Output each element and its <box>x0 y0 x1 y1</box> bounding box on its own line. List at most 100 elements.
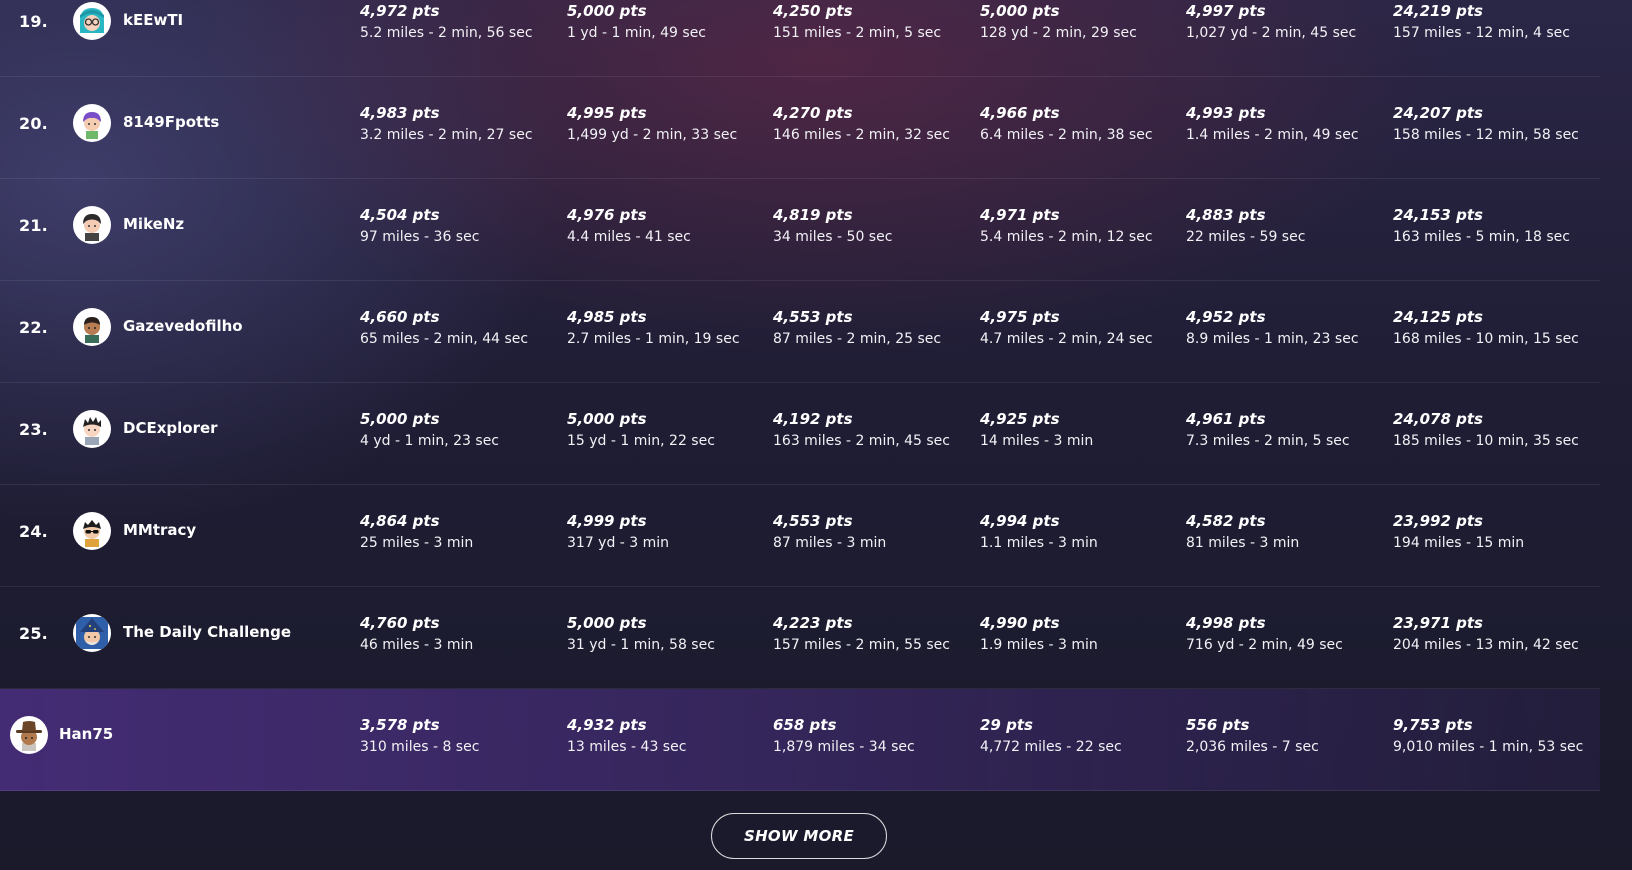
round-detail: 4 yd - 1 min, 23 sec <box>360 433 500 449</box>
round-5-score: 556 pts 2,036 miles - 7 sec <box>1186 714 1386 758</box>
round-detail: 22 miles - 59 sec <box>1186 229 1306 245</box>
total-detail: 185 miles - 10 min, 35 sec <box>1393 433 1579 449</box>
round-points: 4,660 pts <box>360 308 440 326</box>
total-detail: 163 miles - 5 min, 18 sec <box>1393 229 1570 245</box>
round-points: 4,760 pts <box>360 614 440 632</box>
rank: 22. <box>19 318 48 337</box>
leaderboard-row[interactable]: 20. 8149Fpotts 4,983 pts 3.2 miles - 2 mi… <box>0 77 1600 179</box>
round-4-score: 4,990 pts 1.9 miles - 3 min <box>980 612 1180 656</box>
total-score: 23,971 pts 204 miles - 13 min, 42 sec <box>1393 612 1593 656</box>
round-points: 4,976 pts <box>567 206 647 224</box>
round-5-score: 4,952 pts 8.9 miles - 1 min, 23 sec <box>1186 306 1386 350</box>
leaderboard-row[interactable]: 23. DCExplorer 5,000 pts 4 yd - 1 min, 23… <box>0 383 1600 485</box>
tan-skin-avatar-icon <box>73 308 111 346</box>
round-2-score: 5,000 pts 31 yd - 1 min, 58 sec <box>567 612 767 656</box>
total-points: 24,125 pts <box>1393 308 1483 326</box>
round-4-score: 5,000 pts 128 yd - 2 min, 29 sec <box>980 0 1180 44</box>
player-name[interactable]: MMtracy <box>123 521 196 539</box>
round-points: 4,993 pts <box>1186 104 1266 122</box>
round-2-score: 4,976 pts 4.4 miles - 41 sec <box>567 204 767 248</box>
player-name[interactable]: Gazevedofilho <box>123 317 243 335</box>
round-detail: 7.3 miles - 2 min, 5 sec <box>1186 433 1350 449</box>
round-detail: 1.4 miles - 2 min, 49 sec <box>1186 127 1359 143</box>
round-detail: 3.2 miles - 2 min, 27 sec <box>360 127 533 143</box>
wizard-hat-avatar-icon <box>73 614 111 652</box>
leaderboard-row[interactable]: 21. MikeNz 4,504 pts 97 miles - 36 sec 4,… <box>0 179 1600 281</box>
leaderboard-row[interactable]: 24. MMtracy 4,864 pts 25 miles - 3 min 4,… <box>0 485 1600 587</box>
rank: 19. <box>19 12 48 31</box>
leaderboard: 19. kEEwTI 4,972 pts 5.2 miles - 2 min, 5… <box>0 0 1600 791</box>
round-points: 4,883 pts <box>1186 206 1266 224</box>
round-points: 4,250 pts <box>773 2 853 20</box>
round-detail: 163 miles - 2 min, 45 sec <box>773 433 950 449</box>
round-4-score: 4,971 pts 5.4 miles - 2 min, 12 sec <box>980 204 1180 248</box>
round-3-score: 4,250 pts 151 miles - 2 min, 5 sec <box>773 0 973 44</box>
round-1-score: 4,504 pts 97 miles - 36 sec <box>360 204 560 248</box>
round-points: 5,000 pts <box>567 2 647 20</box>
round-detail: 34 miles - 50 sec <box>773 229 893 245</box>
player-name[interactable]: 8149Fpotts <box>123 113 219 131</box>
round-points: 556 pts <box>1186 716 1250 734</box>
round-1-score: 4,660 pts 65 miles - 2 min, 44 sec <box>360 306 560 350</box>
round-detail: 1,027 yd - 2 min, 45 sec <box>1186 25 1357 41</box>
round-detail: 97 miles - 36 sec <box>360 229 480 245</box>
round-points: 4,819 pts <box>773 206 853 224</box>
round-1-score: 4,972 pts 5.2 miles - 2 min, 56 sec <box>360 0 560 44</box>
cowboy-hat-avatar-icon <box>10 716 48 754</box>
round-points: 4,971 pts <box>980 206 1060 224</box>
leaderboard-row[interactable]: 19. kEEwTI 4,972 pts 5.2 miles - 2 min, 5… <box>0 0 1600 77</box>
round-points: 4,932 pts <box>567 716 647 734</box>
round-3-score: 4,223 pts 157 miles - 2 min, 55 sec <box>773 612 973 656</box>
round-points: 658 pts <box>773 716 837 734</box>
total-score: 24,125 pts 168 miles - 10 min, 15 sec <box>1393 306 1593 350</box>
round-detail: 146 miles - 2 min, 32 sec <box>773 127 950 143</box>
round-1-score: 4,760 pts 46 miles - 3 min <box>360 612 560 656</box>
round-detail: 4.4 miles - 41 sec <box>567 229 691 245</box>
round-3-score: 4,553 pts 87 miles - 3 min <box>773 510 973 554</box>
leaderboard-row[interactable]: 22. Gazevedofilho 4,660 pts 65 miles - 2 … <box>0 281 1600 383</box>
round-3-score: 658 pts 1,879 miles - 34 sec <box>773 714 973 758</box>
round-5-score: 4,997 pts 1,027 yd - 2 min, 45 sec <box>1186 0 1386 44</box>
round-2-score: 5,000 pts 1 yd - 1 min, 49 sec <box>567 0 767 44</box>
round-4-score: 4,966 pts 6.4 miles - 2 min, 38 sec <box>980 102 1180 146</box>
round-points: 4,553 pts <box>773 512 853 530</box>
round-points: 4,966 pts <box>980 104 1060 122</box>
round-detail: 13 miles - 43 sec <box>567 739 687 755</box>
rank: 24. <box>19 522 48 541</box>
total-points: 24,207 pts <box>1393 104 1483 122</box>
round-3-score: 4,553 pts 87 miles - 2 min, 25 sec <box>773 306 973 350</box>
total-score: 24,153 pts 163 miles - 5 min, 18 sec <box>1393 204 1593 248</box>
round-3-score: 4,192 pts 163 miles - 2 min, 45 sec <box>773 408 973 452</box>
player-name[interactable]: The Daily Challenge <box>123 623 291 641</box>
total-detail: 194 miles - 15 min <box>1393 535 1525 551</box>
player-name[interactable]: MikeNz <box>123 215 184 233</box>
rank: 21. <box>19 216 48 235</box>
round-4-score: 29 pts 4,772 miles - 22 sec <box>980 714 1180 758</box>
round-2-score: 4,995 pts 1,499 yd - 2 min, 33 sec <box>567 102 767 146</box>
round-points: 4,504 pts <box>360 206 440 224</box>
total-points: 24,078 pts <box>1393 410 1483 428</box>
round-detail: 1.9 miles - 3 min <box>980 637 1098 653</box>
round-points: 4,223 pts <box>773 614 853 632</box>
round-points: 4,994 pts <box>980 512 1060 530</box>
current-user-row[interactable]: Han75 3,578 pts 310 miles - 8 sec 4,932 p… <box>0 689 1600 791</box>
round-5-score: 4,582 pts 81 miles - 3 min <box>1186 510 1386 554</box>
round-detail: 716 yd - 2 min, 49 sec <box>1186 637 1343 653</box>
current-user-name[interactable]: Han75 <box>59 725 113 743</box>
round-points: 4,192 pts <box>773 410 853 428</box>
rank: 25. <box>19 624 48 643</box>
round-points: 3,578 pts <box>360 716 440 734</box>
total-points: 24,219 pts <box>1393 2 1483 20</box>
round-detail: 14 miles - 3 min <box>980 433 1094 449</box>
round-detail: 65 miles - 2 min, 44 sec <box>360 331 529 347</box>
player-name[interactable]: kEEwTI <box>123 11 183 29</box>
round-detail: 4,772 miles - 22 sec <box>980 739 1122 755</box>
round-detail: 128 yd - 2 min, 29 sec <box>980 25 1137 41</box>
player-name[interactable]: DCExplorer <box>123 419 218 437</box>
total-points: 23,971 pts <box>1393 614 1483 632</box>
round-points: 5,000 pts <box>567 614 647 632</box>
round-points: 4,270 pts <box>773 104 853 122</box>
round-detail: 25 miles - 3 min <box>360 535 474 551</box>
show-more-button[interactable]: SHOW MORE <box>711 813 887 859</box>
leaderboard-row[interactable]: 25. The Daily Challenge 4,760 pts 46 mile… <box>0 587 1600 689</box>
